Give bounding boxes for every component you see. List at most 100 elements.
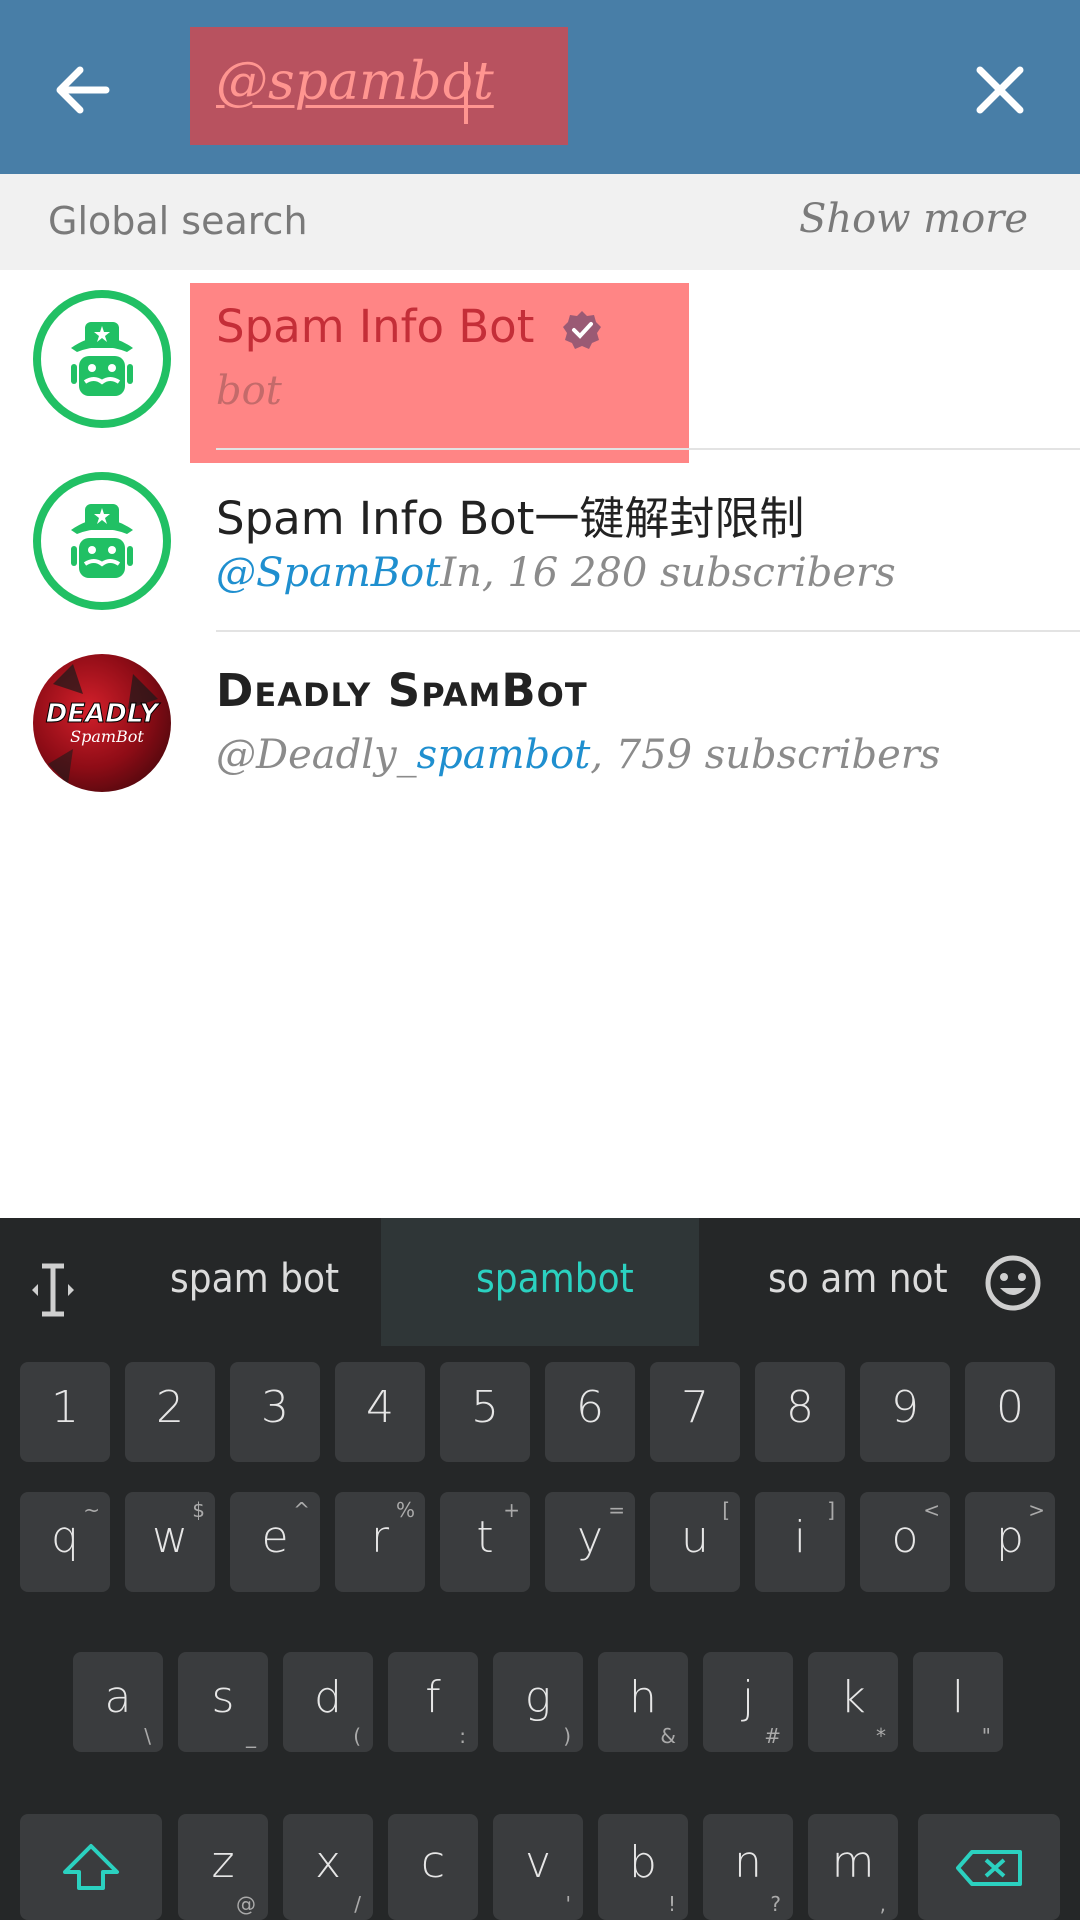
key-label: 1 xyxy=(51,1382,79,1433)
key-i[interactable]: i] xyxy=(755,1492,845,1592)
key-9[interactable]: 9 xyxy=(860,1362,950,1462)
search-input[interactable]: @spambot xyxy=(216,52,494,112)
key-alt-label: ( xyxy=(353,1724,361,1748)
key-label: z xyxy=(211,1837,235,1888)
svg-text:DEADLY: DEADLY xyxy=(46,699,162,729)
key-y[interactable]: y = xyxy=(545,1492,635,1592)
key-alt-label: % xyxy=(395,1498,415,1522)
key-j[interactable]: j # xyxy=(703,1652,793,1752)
emoji-icon[interactable] xyxy=(984,1254,1042,1312)
key-o[interactable]: o < xyxy=(860,1492,950,1592)
key-label: 9 xyxy=(891,1382,919,1433)
suggestion-bar: spam bot spambot so am not xyxy=(0,1218,1080,1346)
divider xyxy=(216,448,1080,450)
key-z[interactable]: z @ xyxy=(178,1814,268,1920)
key-label: c xyxy=(420,1837,446,1888)
key-k[interactable]: k * xyxy=(808,1652,898,1752)
key-p[interactable]: p > xyxy=(965,1492,1055,1592)
key-label: 8 xyxy=(786,1382,814,1433)
key-q[interactable]: q ~ xyxy=(20,1492,110,1592)
key-d[interactable]: d( xyxy=(283,1652,373,1752)
key-v[interactable]: v ' xyxy=(493,1814,583,1920)
key-alt-label: [ xyxy=(722,1498,730,1522)
key-2[interactable]: 2 xyxy=(125,1362,215,1462)
key-n[interactable]: n? xyxy=(703,1814,793,1920)
search-result-deadly-spambot[interactable]: DEADLY SpamBot Deadly SpamBot @Deadly_sp… xyxy=(0,634,1080,814)
key-g[interactable]: g) xyxy=(493,1652,583,1752)
key-alt-label: = xyxy=(608,1498,625,1522)
key-8[interactable]: 8 xyxy=(755,1362,845,1462)
key-r[interactable]: r% xyxy=(335,1492,425,1592)
key-label: s xyxy=(211,1672,235,1723)
key-label: 2 xyxy=(156,1382,184,1433)
key-t[interactable]: t + xyxy=(440,1492,530,1592)
key-7[interactable]: 7 xyxy=(650,1362,740,1462)
key-s[interactable]: s _ xyxy=(178,1652,268,1752)
key-label: v xyxy=(524,1837,552,1888)
subtitle-rest: , 759 subscribers xyxy=(590,732,941,778)
text-cursor-icon[interactable] xyxy=(28,1262,78,1318)
key-alt-label: ~ xyxy=(83,1498,100,1522)
search-result-spam-info-bot-cn[interactable]: Spam Info Bot一键解封限制 @SpamBotIn, 16 280 s… xyxy=(0,452,1080,632)
key-alt-label: \ xyxy=(144,1724,151,1748)
key-label: d xyxy=(314,1672,342,1723)
key-label: n xyxy=(734,1837,762,1888)
deadly-logo-icon: DEADLY SpamBot xyxy=(45,664,162,784)
key-u[interactable]: u[ xyxy=(650,1492,740,1592)
suggestion-3[interactable]: so am not xyxy=(768,1256,948,1302)
key-label: f xyxy=(425,1672,441,1723)
key-e[interactable]: e ^ xyxy=(230,1492,320,1592)
key-label: j xyxy=(741,1672,755,1723)
key-w[interactable]: w $ xyxy=(125,1492,215,1592)
soft-keyboard: spam bot spambot so am not 1 2 3 4 5 6 7 8 9 0 q ~ w… xyxy=(0,1218,1080,1920)
shift-key[interactable] xyxy=(20,1814,162,1920)
key-l[interactable]: l " xyxy=(913,1652,1003,1752)
key-3[interactable]: 3 xyxy=(230,1362,320,1462)
key-4[interactable]: 4 xyxy=(335,1362,425,1462)
result-subtitle: @Deadly_spambot, 759 subscribers xyxy=(216,732,940,778)
global-search-header: Global search Show more xyxy=(0,174,1080,270)
result-subtitle: @SpamBotIn, 16 280 subscribers xyxy=(216,550,896,596)
key-label: k xyxy=(840,1672,866,1723)
suggestion-2[interactable]: spambot xyxy=(476,1256,634,1302)
divider xyxy=(216,630,1080,632)
key-label: 4 xyxy=(366,1382,394,1433)
key-alt-label: / xyxy=(354,1892,361,1916)
backspace-key[interactable] xyxy=(918,1814,1060,1920)
search-result-spam-info-bot[interactable]: Spam Info Bot bot xyxy=(0,270,1080,450)
key-5[interactable]: 5 xyxy=(440,1362,530,1462)
key-a[interactable]: a \ xyxy=(73,1652,163,1752)
key-1[interactable]: 1 xyxy=(20,1362,110,1462)
svg-text:SpamBot: SpamBot xyxy=(70,727,144,746)
back-arrow-icon[interactable] xyxy=(52,60,112,120)
key-alt-label: : xyxy=(459,1724,466,1748)
key-alt-label: * xyxy=(876,1724,886,1748)
verified-icon xyxy=(562,311,601,349)
subtitle-rest: In, 16 280 subscribers xyxy=(440,550,896,596)
key-6[interactable]: 6 xyxy=(545,1362,635,1462)
key-alt-label: ' xyxy=(565,1892,572,1916)
result-title: Spam Info Bot一键解封限制 xyxy=(216,492,805,545)
key-alt-label: ! xyxy=(667,1892,676,1916)
key-alt-label: ) xyxy=(563,1724,571,1748)
key-alt-label: < xyxy=(923,1498,940,1522)
username-highlight: @SpamBot xyxy=(216,550,441,596)
key-label: l xyxy=(951,1672,965,1723)
close-icon[interactable] xyxy=(972,62,1028,118)
bot-avatar xyxy=(33,472,171,610)
key-x[interactable]: x / xyxy=(283,1814,373,1920)
show-more-link[interactable]: Show more xyxy=(799,196,1028,242)
key-h[interactable]: h & xyxy=(598,1652,688,1752)
key-m[interactable]: m, xyxy=(808,1814,898,1920)
result-title: Spam Info Bot xyxy=(216,300,603,353)
bot-avatar xyxy=(33,290,171,428)
key-b[interactable]: b! xyxy=(598,1814,688,1920)
key-c[interactable]: c xyxy=(388,1814,478,1920)
key-0[interactable]: 0 xyxy=(965,1362,1055,1462)
suggestion-1[interactable]: spam bot xyxy=(170,1256,339,1302)
key-f[interactable]: f: xyxy=(388,1652,478,1752)
key-alt-label: ? xyxy=(770,1892,781,1916)
key-alt-label: _ xyxy=(246,1724,256,1748)
shift-icon xyxy=(63,1844,119,1890)
key-alt-label: ] xyxy=(827,1498,835,1522)
